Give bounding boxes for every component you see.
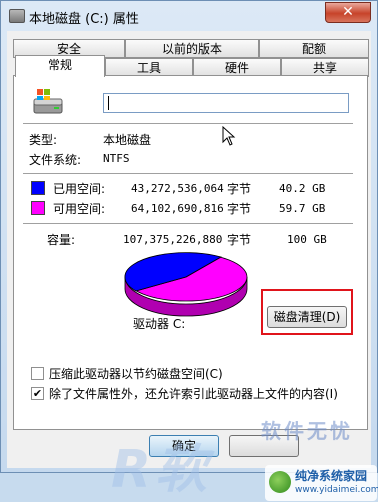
- properties-window: 本地磁盘 (C:) 属性 ✕ 安全 以前的版本 配额 常规 工具 硬件 共享 类…: [0, 0, 378, 501]
- capacity-size: 100 GB: [287, 233, 327, 246]
- tab-general[interactable]: 常规: [15, 55, 105, 77]
- drive-icon: [33, 89, 63, 114]
- used-space-unit: 字节: [227, 182, 252, 196]
- type-value: 本地磁盘: [103, 133, 152, 147]
- filesystem-label: 文件系统:: [29, 153, 82, 167]
- free-space-size: 59.7 GB: [279, 202, 326, 215]
- drive-title-icon: [9, 9, 25, 23]
- disk-usage-pie: [124, 252, 248, 317]
- compress-checkbox[interactable]: [31, 367, 44, 380]
- watermark-text: 软件无忧: [261, 419, 353, 443]
- tab-quota[interactable]: 配额: [259, 39, 369, 58]
- window-title: 本地磁盘 (C:) 属性: [29, 12, 139, 27]
- used-space-swatch: [31, 181, 45, 195]
- capacity-bytes: 107,375,226,880: [123, 233, 223, 246]
- drive-label: 驱动器 C:: [133, 317, 186, 331]
- used-space-size: 40.2 GB: [279, 182, 326, 195]
- separator: [23, 123, 353, 124]
- watermark-logo: R软: [111, 440, 212, 500]
- text-caret: [108, 96, 109, 110]
- watermark-badge-url: www.yidaimei.com: [295, 485, 378, 495]
- mouse-cursor-icon: [222, 126, 236, 146]
- tab-previous-versions[interactable]: 以前的版本: [125, 39, 259, 58]
- compress-label: 压缩此驱动器以节约磁盘空间(C): [49, 367, 223, 381]
- capacity-label: 容量:: [47, 233, 76, 247]
- title-bar[interactable]: 本地磁盘 (C:) 属性 ✕: [1, 1, 377, 31]
- capacity-unit: 字节: [227, 233, 252, 247]
- disk-cleanup-button[interactable]: 磁盘清理(D): [267, 306, 347, 328]
- close-button[interactable]: ✕: [325, 2, 371, 23]
- used-space-bytes: 43,272,536,064: [131, 182, 224, 195]
- dialog-client: 安全 以前的版本 配额 常规 工具 硬件 共享 类型: 本地磁盘 文件系统: N…: [7, 31, 378, 501]
- watermark-logo-icon: [269, 471, 291, 493]
- filesystem-value: NTFS: [103, 152, 130, 165]
- volume-name-input[interactable]: [103, 93, 349, 113]
- type-label: 类型:: [29, 133, 58, 147]
- separator: [23, 223, 353, 224]
- free-space-swatch: [31, 201, 45, 215]
- free-space-label: 可用空间:: [53, 202, 106, 216]
- free-space-bytes: 64,102,690,816: [131, 202, 224, 215]
- separator: [23, 173, 353, 174]
- used-space-label: 已用空间:: [53, 182, 106, 196]
- close-icon: ✕: [342, 4, 354, 20]
- watermark-badge-title: 纯净系统家园: [295, 469, 368, 483]
- index-label: 除了文件属性外，还允许索引此驱动器上文件的内容(I): [49, 387, 338, 401]
- free-space-unit: 字节: [227, 202, 252, 216]
- watermark-badge: 纯净系统家园 www.yidaimei.com: [265, 465, 378, 501]
- index-checkbox[interactable]: ✔: [31, 387, 44, 400]
- checkmark-icon: ✔: [32, 387, 43, 400]
